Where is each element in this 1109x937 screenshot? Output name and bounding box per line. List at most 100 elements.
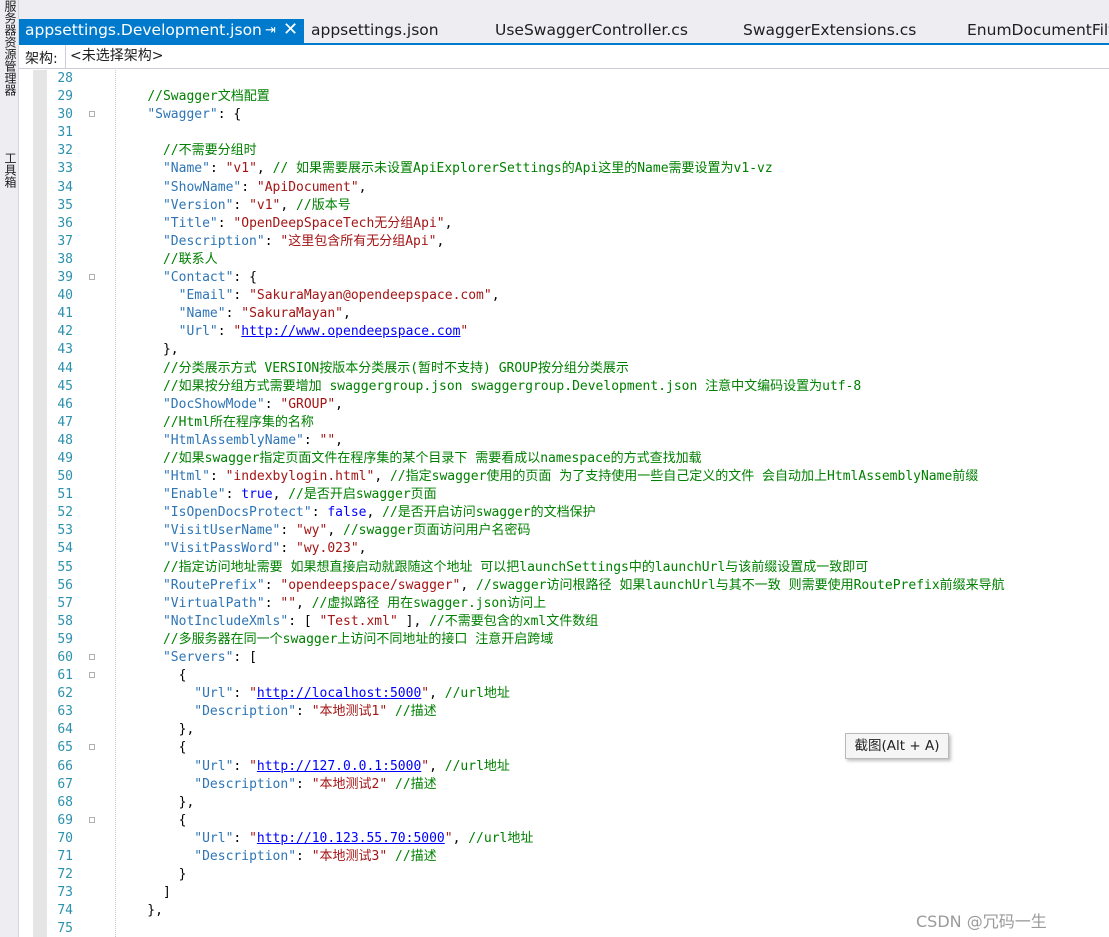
- code-text: },: [116, 794, 195, 812]
- line-number: 53: [57, 523, 73, 539]
- code-token: "Test.xml": [319, 613, 398, 629]
- code-text: }: [116, 866, 187, 884]
- code-token: :: [264, 233, 281, 249]
- line-number: 58: [57, 613, 73, 629]
- line-number: 75: [57, 921, 73, 937]
- line-number: 69: [57, 812, 73, 828]
- tab-useswaggercontroller[interactable]: UseSwaggerController.cs: [495, 19, 688, 43]
- server-explorer-tab[interactable]: 服务器资源管理器: [2, 0, 17, 96]
- code-token: {: [116, 812, 187, 828]
- url-link[interactable]: http://10.123.55.70:5000: [257, 831, 445, 846]
- url-link[interactable]: http://www.opendeepspace.com: [241, 324, 460, 339]
- code-token: "wy.023": [296, 541, 359, 557]
- code-token: //swagger访问根路径 如果launchUrl与其不一致 则需要使用Rou…: [476, 577, 1005, 593]
- tab-appsettings[interactable]: appsettings.json: [311, 19, 439, 43]
- code-token: ,: [256, 161, 273, 177]
- fold-marker-icon[interactable]: [89, 274, 95, 281]
- code-token: "这里包含所有无分组Api": [280, 233, 437, 249]
- code-token: ,: [327, 523, 343, 539]
- pin-icon[interactable]: ⇥: [265, 19, 276, 42]
- code-token: },: [162, 342, 179, 358]
- code-text: //如果swagger指定页面文件在程序集的某个目录下 需要看成以namespa…: [116, 450, 702, 468]
- line-number: 44: [57, 360, 73, 376]
- code-token: ]: [116, 885, 171, 901]
- line-number: 39: [57, 270, 73, 286]
- tab-appsettings-development[interactable]: appsettings.Development.json ⇥ ✕: [19, 19, 304, 43]
- code-token: "本地测试1": [311, 704, 388, 720]
- code-token: "Name": [162, 161, 210, 177]
- line-number: 61: [57, 668, 73, 684]
- code-token: "VisitUserName": [162, 523, 281, 539]
- code-token: : [: [233, 650, 257, 665]
- code-text: "IsOpenDocsProtect": false, //是否开启访问swag…: [116, 504, 596, 522]
- line-number: 46: [57, 396, 73, 412]
- code-editor[interactable]: 28 29 //Swagger文档配置 30 "Swagger": {31 32 //…: [19, 70, 1109, 937]
- code-text: //Swagger文档配置: [116, 88, 269, 106]
- architecture-dropdown[interactable]: <未选择架构>: [65, 45, 1109, 68]
- toolbox-tab[interactable]: 工具箱: [2, 152, 17, 188]
- fold-marker-icon[interactable]: [89, 744, 95, 751]
- code-token: //是否开启swagger页面: [288, 487, 437, 503]
- line-number: 52: [57, 505, 73, 521]
- line-number: 48: [57, 432, 73, 448]
- line-number: 65: [57, 740, 73, 756]
- code-token: ,: [343, 306, 351, 322]
- code-token: :: [303, 432, 320, 448]
- code-text: //指定访问地址需要 如果想直接启动就跟随这个地址 可以把launchSetti…: [116, 559, 868, 577]
- code-token: "Description": [194, 776, 297, 792]
- tab-enumdocumentfilter[interactable]: EnumDocumentFilte: [967, 19, 1109, 43]
- code-token: {: [116, 668, 187, 684]
- code-token: :: [296, 776, 312, 792]
- line-number: 42: [57, 324, 73, 340]
- code-text: "RoutePrefix": "opendeepspace/swagger", …: [116, 577, 1005, 595]
- code-text: {: [116, 739, 187, 757]
- code-text: "Url": "http://www.opendeepspace.com": [116, 323, 469, 341]
- tab-label: appsettings.Development.json: [25, 21, 262, 39]
- code-token: "Url": [194, 830, 234, 846]
- line-number: 57: [57, 595, 73, 611]
- code-token: :: [225, 487, 242, 503]
- fold-marker-icon[interactable]: [89, 111, 95, 118]
- tab-swaggerextensions[interactable]: SwaggerExtensions.cs: [743, 19, 916, 43]
- code-text: "Url": "http://10.123.55.70:5000", //url…: [116, 830, 533, 848]
- code-token: "IsOpenDocsProtect": [162, 505, 312, 521]
- code-token: : {: [233, 270, 257, 286]
- code-token: :: [264, 595, 281, 611]
- code-text: "Enable": true, //是否开启swagger页面: [116, 486, 437, 504]
- code-token: :: [296, 704, 312, 720]
- code-text: },: [116, 341, 179, 359]
- fold-marker-icon[interactable]: [89, 672, 95, 679]
- code-token: : {: [217, 107, 242, 123]
- url-link[interactable]: http://127.0.0.1:5000: [257, 759, 421, 774]
- code-token: ,: [280, 197, 297, 213]
- code-token: ": [444, 830, 453, 846]
- line-number: 45: [57, 378, 73, 394]
- code-token: ,: [272, 487, 289, 503]
- code-token: "Version": [162, 197, 234, 213]
- code-text: "Html": "indexbylogin.html", //指定swagger…: [116, 468, 978, 486]
- code-token: "Url": [194, 758, 234, 774]
- fold-marker-icon[interactable]: [89, 654, 95, 660]
- code-token: ],: [397, 613, 430, 629]
- editor-margin: [33, 70, 47, 937]
- url-link[interactable]: http://localhost:5000: [257, 686, 421, 701]
- code-token: :: [296, 849, 312, 865]
- code-token: ,: [460, 577, 477, 593]
- code-token: false: [327, 505, 367, 521]
- close-icon[interactable]: ✕: [283, 19, 298, 41]
- line-number: 71: [57, 849, 73, 865]
- code-token: "本地测试2": [311, 776, 388, 792]
- code-token: "v1": [225, 161, 257, 177]
- code-token: //指定swagger使用的页面 为了支持使用一些自己定义的文件 会自动加上Ht…: [389, 469, 979, 485]
- code-token: "": [319, 432, 336, 448]
- fold-marker-icon[interactable]: [89, 816, 95, 823]
